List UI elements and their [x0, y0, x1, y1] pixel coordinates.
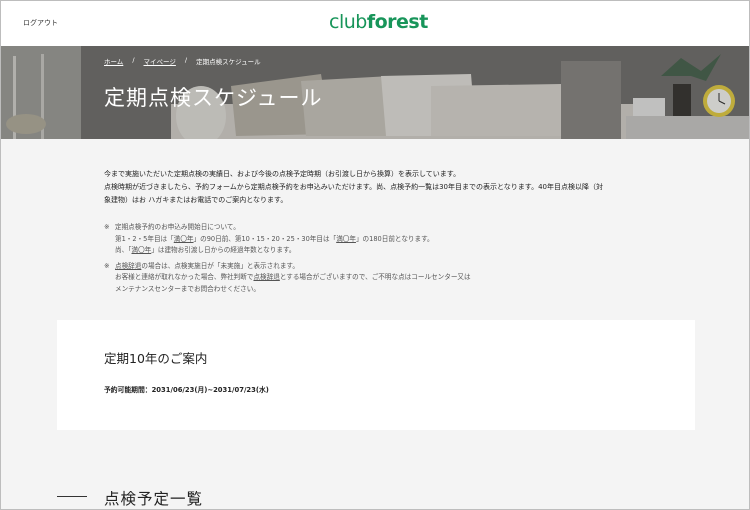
intro-line: 今まで実施いただいた定期点検の実績日、および今後の点検予定時期（お引渡し日から換…	[104, 170, 461, 178]
inspection-guide-card: 定期10年のご案内 予約可能期間：2031/06/23(月)~2031/07/2…	[57, 320, 695, 430]
note-line: メンテナンスセンターまでお問合わせください。	[115, 284, 260, 293]
note-line: 定期点検予約のお申込み開始日について。	[115, 223, 240, 231]
page-frame: ログアウト clubforest ホーム / マイページ / 定期点検スケジュー…	[0, 0, 750, 510]
logout-link[interactable]: ログアウト	[23, 18, 58, 28]
heading-rule	[57, 496, 87, 497]
note-mark: ※	[104, 261, 110, 270]
card-title: 定期10年のご案内	[104, 351, 208, 366]
breadcrumb-mypage[interactable]: マイページ	[144, 56, 176, 66]
note-line: 第1・2・5年目は「満〇年」の90日前、第10・15・20・25・30年目は「満…	[115, 234, 434, 243]
intro-line: 象建物）はお ハガキまたはお電話でのご案内となります。	[104, 196, 288, 204]
intro-text: 今まで実施いただいた定期点検の実績日、および今後の点検予定時期（お引渡し日から換…	[104, 168, 664, 207]
clubforest-logo[interactable]: clubforest	[329, 11, 428, 33]
breadcrumb: ホーム / マイページ / 定期点検スケジュール	[104, 56, 261, 66]
logo-text-forest: forest	[366, 11, 428, 33]
breadcrumb-separator: /	[184, 56, 188, 64]
breadcrumb-separator: /	[132, 56, 135, 64]
logo-text-club: club	[329, 11, 367, 33]
note-mark: ※	[104, 223, 110, 231]
note-decline: ※ 点検辞退の場合は、点検実施日が「未実施」と表示されます。 お客様と連絡が取れ…	[104, 261, 664, 296]
page-title: 定期点検スケジュール	[104, 86, 323, 110]
breadcrumb-home[interactable]: ホーム	[104, 56, 123, 66]
reservation-period: 予約可能期間：2031/06/23(月)~2031/07/23(水)	[104, 386, 269, 394]
intro-line: 点検時期が近づきましたら、予約フォームから定期点検予約をお申込みいただけます。尚…	[104, 183, 603, 191]
note-line: 点検辞退の場合は、点検実施日が「未実施」と表示されます。	[115, 261, 299, 270]
note-line: 尚、「満〇年」は建物お引渡し日からの経過年数となります。	[115, 246, 296, 254]
breadcrumb-current: 定期点検スケジュール	[196, 58, 261, 66]
site-header: ログアウト clubforest	[1, 1, 749, 46]
notes-block: ※ 定期点検予約のお申込み開始日について。 第1・2・5年目は「満〇年」の90日…	[104, 222, 664, 299]
note-line: お客様と連絡が取れなかった場合、弊社判断で点検辞退とする場合がございますので、ご…	[115, 273, 471, 281]
hero-banner: ホーム / マイページ / 定期点検スケジュール 定期点検スケジュール	[1, 46, 749, 139]
note-reservation-start: ※ 定期点検予約のお申込み開始日について。 第1・2・5年目は「満〇年」の90日…	[104, 222, 664, 257]
section-title: 点検予定一覧	[104, 490, 204, 508]
